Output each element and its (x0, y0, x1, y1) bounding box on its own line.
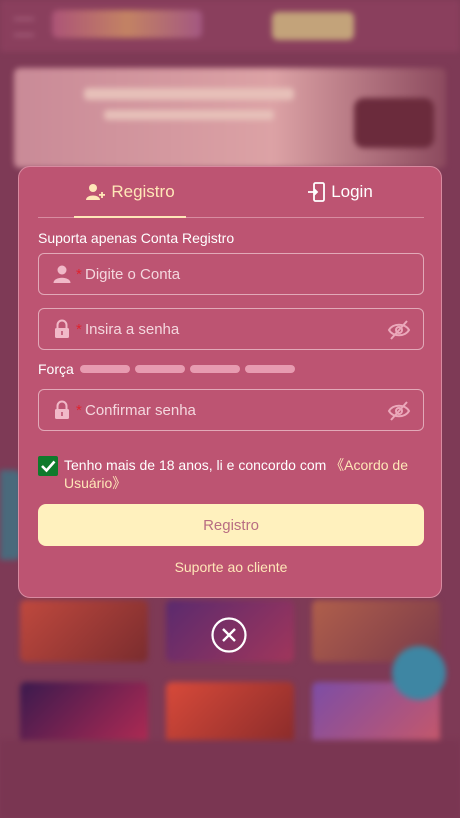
agreement-text: Tenho mais de 18 anos, li e concordo com… (64, 456, 416, 492)
password-field[interactable]: * Insira a senha (38, 308, 424, 350)
lock-icon (55, 319, 69, 338)
checkmark-icon (41, 460, 56, 473)
account-hint: Suporta apenas Conta Registro (38, 230, 235, 246)
strength-segment (244, 365, 295, 373)
close-icon[interactable] (211, 617, 247, 653)
tab-registro-label: Registro (111, 182, 175, 201)
confirm-placeholder: Confirmar senha (85, 402, 196, 419)
required-mark: * (76, 402, 82, 419)
user-add-icon (86, 184, 106, 200)
account-field[interactable]: * Digite o Conta (38, 253, 424, 295)
strength-segment (134, 365, 185, 373)
bg-banner (14, 68, 446, 168)
tab-registro[interactable]: Registro (74, 167, 186, 218)
bg-game-tile (20, 682, 148, 744)
strength-segment (189, 365, 240, 373)
account-placeholder: Digite o Conta (85, 266, 181, 283)
bg-logo (52, 10, 202, 38)
register-modal: Registro Login Suporta apenas Conta Regi… (18, 166, 442, 598)
eye-off-icon[interactable] (387, 319, 411, 341)
tab-login-label: Login (331, 182, 373, 201)
password-strength: Força (38, 361, 300, 377)
strength-segment (79, 365, 130, 373)
password-placeholder: Insira a senha (85, 321, 180, 338)
lock-icon (55, 400, 69, 419)
agreement-checkbox[interactable] (38, 456, 58, 476)
bg-header-button (272, 12, 354, 40)
login-icon (308, 182, 326, 202)
bg-bottom-nav (0, 740, 460, 818)
bg-game-tile (20, 600, 148, 662)
customer-support-link[interactable]: Suporte ao cliente (19, 559, 443, 575)
strength-label: Força (38, 361, 74, 377)
bg-chat-button (392, 646, 446, 700)
eye-off-icon[interactable] (387, 400, 411, 422)
user-icon (53, 265, 71, 283)
tab-login[interactable]: Login (300, 167, 380, 217)
bg-game-tile (166, 682, 294, 744)
required-mark: * (76, 266, 82, 283)
required-mark: * (76, 321, 82, 338)
agreement-statement: Tenho mais de 18 anos, li e concordo com (64, 457, 331, 473)
register-button[interactable]: Registro (38, 504, 424, 546)
confirm-password-field[interactable]: * Confirmar senha (38, 389, 424, 431)
bg-menu-icon (14, 18, 34, 36)
auth-tabs: Registro Login (38, 167, 424, 218)
